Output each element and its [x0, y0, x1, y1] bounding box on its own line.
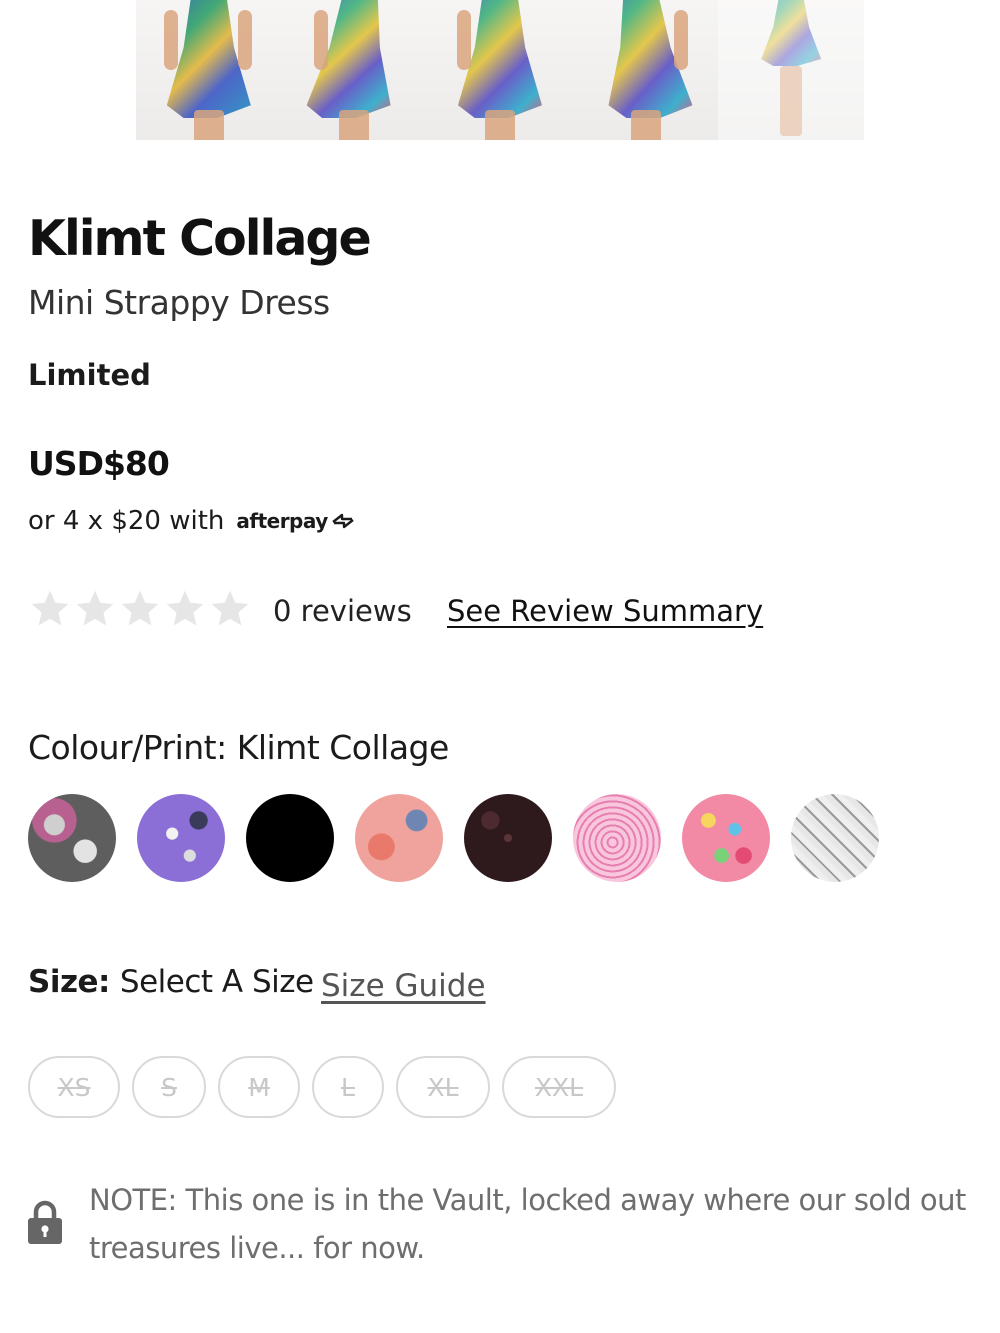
gallery-thumbnail-4[interactable]: [572, 0, 719, 140]
gallery-thumbnail-2[interactable]: [281, 0, 428, 140]
review-count: 0 reviews: [273, 594, 412, 628]
swatch-grey-skull-floral[interactable]: [28, 794, 116, 882]
gallery-thumbnail-1[interactable]: [136, 0, 282, 140]
size-option-s[interactable]: S: [132, 1056, 206, 1118]
swatch-dark-maroon-pattern[interactable]: [464, 794, 552, 882]
star-empty-icon: [121, 590, 159, 626]
size-guide-link[interactable]: Size Guide: [321, 968, 486, 1004]
swatch-candy-sprinkles[interactable]: [682, 794, 770, 882]
star-empty-icon: [211, 590, 249, 626]
swatch-purple-illustrated[interactable]: [137, 794, 225, 882]
size-selected-value: Select A Size: [119, 964, 314, 1000]
installments-text: or 4 x $20 with: [28, 506, 225, 536]
swatch-black[interactable]: [246, 794, 334, 882]
swatch-grey-sketch[interactable]: [791, 794, 879, 882]
product-subtitle: Mini Strappy Dress: [28, 283, 330, 322]
installments-info: or 4 x $20 with afterpay: [28, 506, 356, 536]
limited-badge: Limited: [28, 358, 151, 392]
star-empty-icon: [31, 590, 69, 626]
rating-stars: [28, 587, 253, 631]
size-options: XS S M L XL XXL: [28, 1056, 628, 1118]
product-price: USD$80: [28, 444, 170, 483]
size-option-xs[interactable]: XS: [28, 1056, 120, 1118]
product-title: Klimt Collage: [28, 210, 372, 267]
vault-note: NOTE: This one is in the Vault, locked a…: [89, 1183, 966, 1265]
see-review-summary-link[interactable]: See Review Summary: [447, 594, 763, 628]
size-option-xxl[interactable]: XXL: [502, 1056, 616, 1118]
lock-icon: [28, 1200, 62, 1244]
swatch-pink-squiggle[interactable]: [573, 794, 661, 882]
size-option-m[interactable]: M: [218, 1056, 300, 1118]
size-option-l[interactable]: L: [312, 1056, 384, 1118]
star-empty-icon: [76, 590, 114, 626]
afterpay-logo: afterpay: [236, 509, 355, 533]
size-option-xl[interactable]: XL: [396, 1056, 490, 1118]
colour-print-label: Colour/Print: Klimt Collage: [28, 728, 449, 767]
gallery-thumbnail-5[interactable]: [718, 0, 864, 140]
gallery-thumbnail-3[interactable]: [427, 0, 573, 140]
afterpay-arrows-icon: [332, 513, 354, 529]
star-empty-icon: [166, 590, 204, 626]
size-label: Size:: [28, 964, 110, 1000]
swatch-pink-floral[interactable]: [355, 794, 443, 882]
size-selector-header: Size: Select A Size: [28, 964, 314, 1000]
product-image-gallery: [136, 0, 864, 140]
colour-swatch-list: [28, 794, 900, 882]
